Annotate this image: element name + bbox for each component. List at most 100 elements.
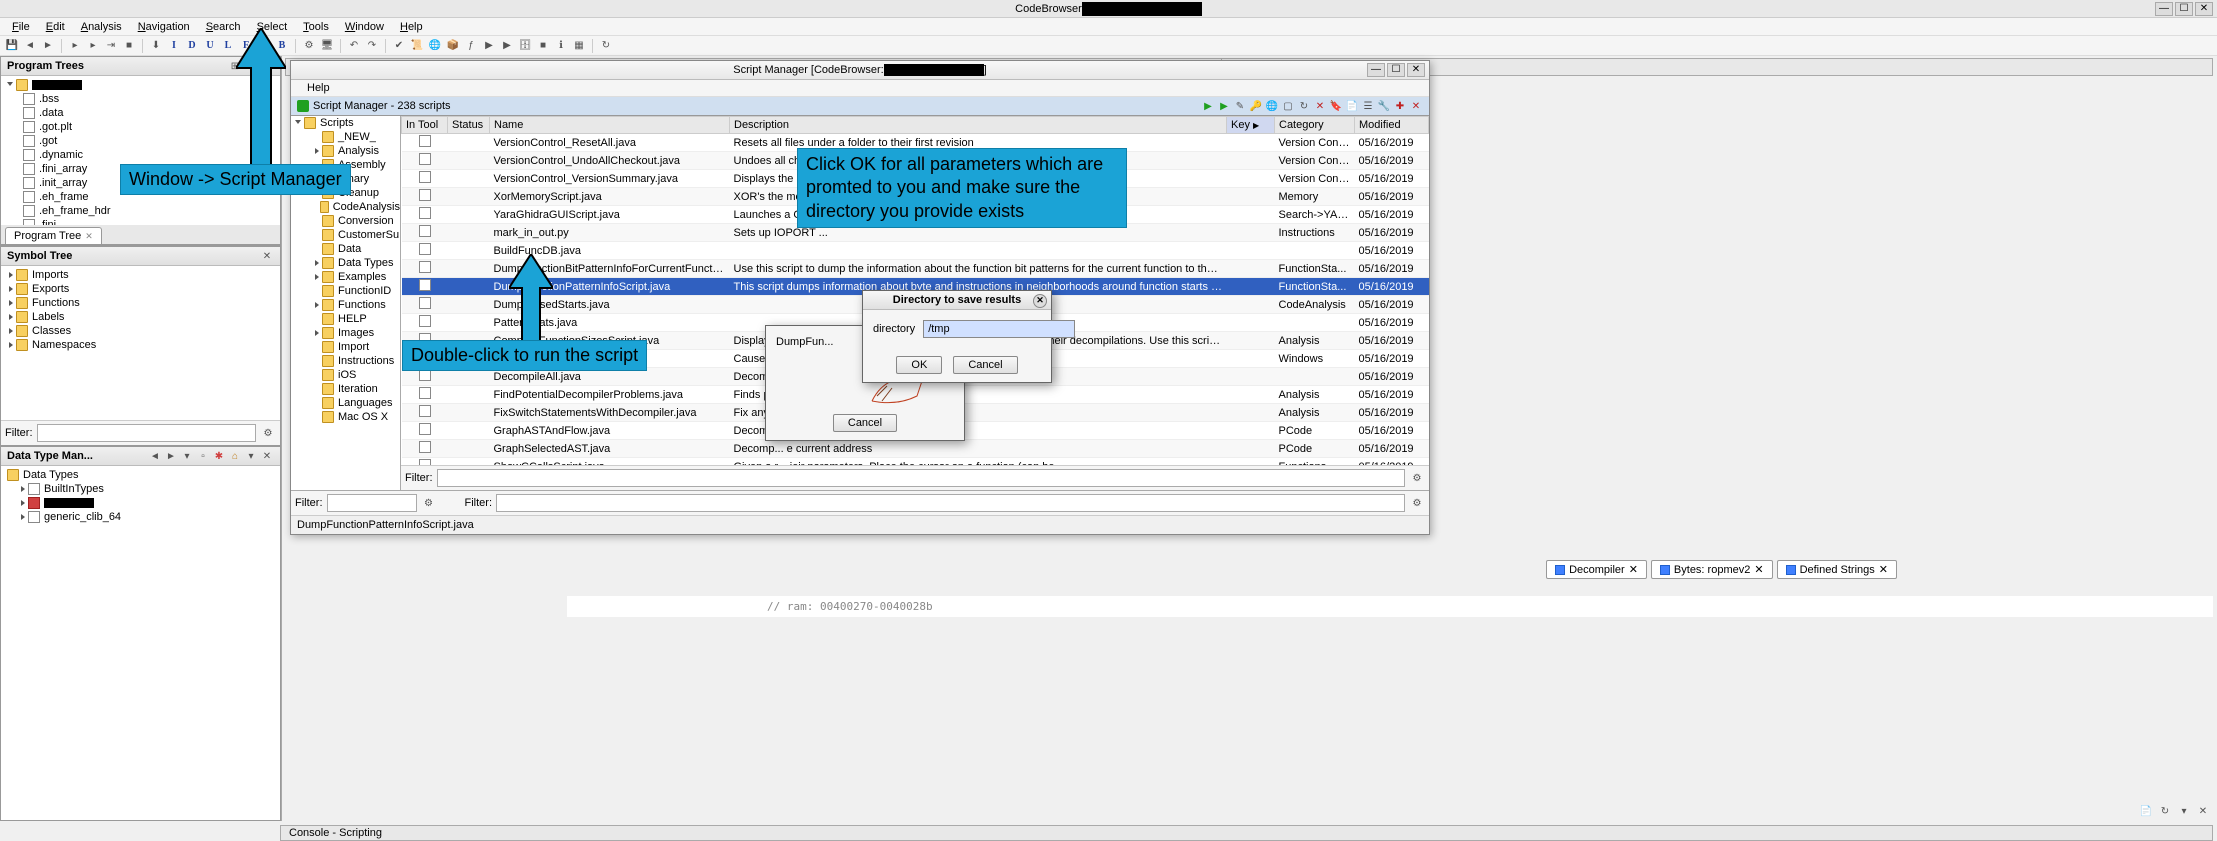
sm-category-item[interactable]: iOS <box>291 368 400 382</box>
globe-icon[interactable]: 🌐 <box>427 38 443 54</box>
close-icon[interactable]: ✕ <box>1754 563 1763 576</box>
sm-run-icon[interactable]: ▶ <box>1201 99 1215 113</box>
sm-bookmark-icon[interactable]: 🔖 <box>1329 99 1343 113</box>
filter-settings-icon[interactable]: ⚙ <box>1409 495 1425 511</box>
symbol-tree-item[interactable]: Functions <box>3 296 278 310</box>
sm-filter-input[interactable] <box>437 469 1406 487</box>
sm-category-item[interactable]: CustomerSu <box>291 228 400 242</box>
filter-settings-icon[interactable]: ⚙ <box>421 495 437 511</box>
sm-category-item[interactable]: HELP <box>291 312 400 326</box>
gear-icon[interactable]: ⚙ <box>301 38 317 54</box>
symbol-tree-item[interactable]: Labels <box>3 310 278 324</box>
cancel-button[interactable]: Cancel <box>953 356 1017 374</box>
sm-col-header[interactable]: Name <box>490 117 730 134</box>
sm-edit-icon[interactable]: ✎ <box>1233 99 1247 113</box>
sm-category-item[interactable]: Data <box>291 242 400 256</box>
sm-refresh-icon[interactable]: ↻ <box>1297 99 1311 113</box>
sm-category-item[interactable]: Iteration <box>291 382 400 396</box>
in-tool-checkbox[interactable] <box>419 261 431 273</box>
close-button[interactable]: ✕ <box>2195 2 2213 16</box>
bottom-tab[interactable]: Decompiler ✕ <box>1546 560 1647 579</box>
script-icon[interactable]: 📜 <box>409 38 425 54</box>
sm-category-item[interactable]: Mac OS X <box>291 410 400 424</box>
info-icon[interactable]: ℹ <box>553 38 569 54</box>
refresh-icon[interactable]: ↻ <box>2157 803 2173 819</box>
sm-filter-icon[interactable]: ▢ <box>1281 99 1295 113</box>
D-icon[interactable]: D <box>184 38 200 54</box>
doc-icon[interactable]: ▫ <box>196 449 210 463</box>
sm-category-item[interactable]: Conversion <box>291 214 400 228</box>
sm-doc-icon[interactable]: 📄 <box>1345 99 1359 113</box>
data-type-item[interactable]: BuiltInTypes <box>3 482 278 496</box>
sm-col-header[interactable]: Key ▶ <box>1227 117 1275 134</box>
minimize-button[interactable]: — <box>2155 2 2173 16</box>
menu-file[interactable]: File <box>4 19 38 35</box>
sm-col-header[interactable]: In Tool <box>402 117 448 134</box>
filter-icon[interactable]: ▾ <box>180 449 194 463</box>
sm-category-item[interactable]: Functions <box>291 298 400 312</box>
L-icon[interactable]: L <box>220 38 236 54</box>
menu-navigation[interactable]: Navigation <box>130 19 198 35</box>
sm-col-header[interactable]: Modified <box>1355 117 1429 134</box>
sm-col-header[interactable]: Status <box>448 117 490 134</box>
sm-maximize-button[interactable]: ☐ <box>1387 63 1405 77</box>
star-icon[interactable]: ✱ <box>212 449 226 463</box>
sm-category-item[interactable]: Instructions <box>291 354 400 368</box>
sm-category-item[interactable]: Analysis <box>291 144 400 158</box>
fwd-icon[interactable]: ► <box>40 38 56 54</box>
nav-back-icon[interactable]: ◄ <box>148 449 162 463</box>
play-icon[interactable]: ▸ <box>85 38 101 54</box>
menu-window[interactable]: Window <box>337 19 392 35</box>
save-icon[interactable]: 💾 <box>4 38 20 54</box>
maximize-button[interactable]: ☐ <box>2175 2 2193 16</box>
data-type-item[interactable] <box>3 496 278 510</box>
close-icon[interactable]: ✕ <box>1629 563 1638 576</box>
fn-icon[interactable]: ƒ <box>463 38 479 54</box>
stop2-icon[interactable]: ■ <box>535 38 551 54</box>
sm-table-filter-input[interactable] <box>496 494 1405 512</box>
program-tree-item[interactable]: .eh_frame_hdr <box>3 204 278 218</box>
run-icon[interactable]: ▸ <box>67 38 83 54</box>
in-tool-checkbox[interactable] <box>419 315 431 327</box>
menu-icon[interactable]: ▾ <box>244 449 258 463</box>
in-tool-checkbox[interactable] <box>419 153 431 165</box>
redo-icon[interactable]: ↷ <box>364 38 380 54</box>
in-tool-checkbox[interactable] <box>419 189 431 201</box>
program-tree-item[interactable]: .fini <box>3 218 278 225</box>
sm-category-item[interactable]: Import <box>291 340 400 354</box>
data-type-item[interactable]: generic_clib_64 <box>3 510 278 524</box>
sm-step-icon[interactable]: ▶ <box>1217 99 1231 113</box>
in-tool-checkbox[interactable] <box>419 207 431 219</box>
script-row[interactable]: DumpFunctionBitPatternInfoForCurrentFunc… <box>402 260 1429 278</box>
script-icon[interactable]: 📄 <box>2138 803 2154 819</box>
down-icon[interactable]: ⬇ <box>148 38 164 54</box>
play2-icon[interactable]: ▶ <box>481 38 497 54</box>
in-tool-checkbox[interactable] <box>419 405 431 417</box>
sm-help-menu[interactable]: Help <box>299 80 338 96</box>
U-icon[interactable]: U <box>202 38 218 54</box>
in-tool-checkbox[interactable] <box>419 225 431 237</box>
script-row[interactable]: GraphSelectedAST.javaDecomp... e current… <box>402 440 1429 458</box>
close-icon[interactable]: ✕ <box>260 449 274 463</box>
sm-col-header[interactable]: Description <box>730 117 1227 134</box>
sm-category-item[interactable]: Languages <box>291 396 400 410</box>
menu-icon[interactable]: ▾ <box>2176 803 2192 819</box>
in-tool-checkbox[interactable] <box>419 243 431 255</box>
monitor-icon[interactable]: 🖥 <box>319 38 335 54</box>
in-tool-checkbox[interactable] <box>419 423 431 435</box>
stop-icon[interactable]: ■ <box>121 38 137 54</box>
data-type-item[interactable]: Data Types <box>3 468 278 482</box>
home-icon[interactable]: ⌂ <box>228 449 242 463</box>
sm-del-icon[interactable]: ✕ <box>1313 99 1327 113</box>
sm-tree-filter-input[interactable] <box>327 494 417 512</box>
bottom-tab[interactable]: Bytes: ropmev2 ✕ <box>1651 560 1773 579</box>
dumpfun-cancel-button[interactable]: Cancel <box>833 414 897 432</box>
dir-dialog-close-icon[interactable]: ✕ <box>1033 294 1047 308</box>
sm-category-item[interactable]: _NEW_ <box>291 130 400 144</box>
menu-edit[interactable]: Edit <box>38 19 73 35</box>
directory-input[interactable] <box>923 320 1075 338</box>
close-icon[interactable]: ✕ <box>85 231 93 242</box>
db-icon[interactable]: 🗄 <box>517 38 533 54</box>
in-tool-checkbox[interactable] <box>419 279 431 291</box>
symbol-tree-item[interactable]: Namespaces <box>3 338 278 352</box>
